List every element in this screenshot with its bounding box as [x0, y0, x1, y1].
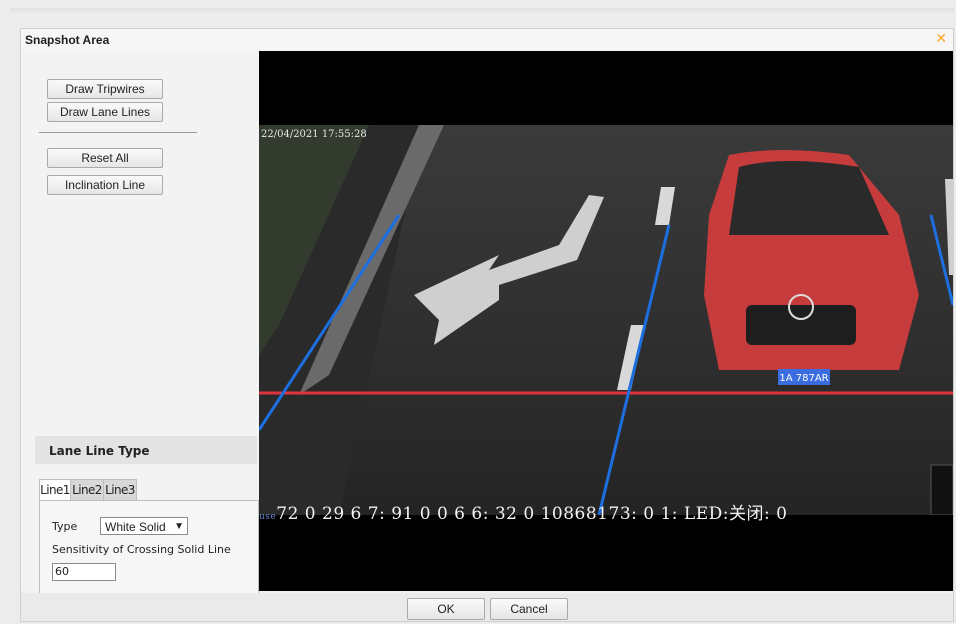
scene-drawing: 1A 787AR — [259, 125, 953, 516]
license-plate-text: 1A 787AR — [779, 373, 828, 384]
lane-dash-3 — [945, 179, 953, 275]
lane-type-value: White Solid — [105, 520, 166, 534]
osd-info-line: use72 0 29 6 7: 91 0 0 6 6: 32 0 1086817… — [259, 499, 787, 524]
osd-text: 72 0 29 6 7: 91 0 0 6 6: 32 0 10868173: … — [276, 504, 788, 524]
lane-line-settings-panel: Type White Solid ▼ Sensitivity of Crossi… — [39, 500, 259, 603]
dialog-title: Snapshot Area — [25, 33, 110, 47]
tab-line3[interactable]: Line3 — [103, 479, 137, 500]
camera-scene: 1A 787AR — [259, 125, 953, 516]
sensitivity-label: Sensitivity of Crossing Solid Line — [52, 543, 231, 556]
tab-line2[interactable]: Line2 — [70, 479, 104, 500]
lane-line-2[interactable] — [597, 224, 671, 516]
lane-line-type-header: Lane Line Type — [35, 436, 257, 464]
close-icon[interactable]: ✕ — [935, 31, 947, 47]
lane-type-select[interactable]: White Solid ▼ — [100, 517, 188, 535]
left-panel: Draw Tripwires Draw Lane Lines Reset All… — [21, 51, 259, 603]
draw-lane-lines-button[interactable]: Draw Lane Lines — [47, 102, 163, 122]
window-shadow — [10, 8, 954, 16]
car-grille — [746, 305, 856, 345]
cancel-button[interactable]: Cancel — [490, 598, 568, 620]
dialog-titlebar: Snapshot Area ✕ — [21, 29, 953, 51]
reset-all-button[interactable]: Reset All — [47, 148, 163, 168]
ok-button[interactable]: OK — [407, 598, 485, 620]
divider — [39, 132, 197, 133]
tab-line1[interactable]: Line1 — [39, 479, 71, 500]
turn-arrow-marking — [414, 195, 604, 345]
inset-preview — [930, 464, 953, 516]
video-snapshot[interactable]: 1A 787AR 22/04/2021 17:55:28 use72 0 29 … — [259, 51, 953, 591]
dialog-footer: OK Cancel — [21, 593, 953, 621]
chevron-down-icon: ▼ — [174, 521, 184, 532]
car-windshield — [729, 161, 889, 235]
lane-line-type-heading: Lane Line Type — [49, 444, 150, 458]
sensitivity-input[interactable]: 60 — [52, 563, 116, 581]
type-label: Type — [52, 520, 78, 533]
osd-prefix: use — [259, 512, 277, 522]
inclination-line-button[interactable]: Inclination Line — [47, 175, 163, 195]
lane-dash-1 — [655, 187, 675, 225]
draw-tripwires-button[interactable]: Draw Tripwires — [47, 79, 163, 99]
osd-timestamp: 22/04/2021 17:55:28 — [261, 129, 367, 140]
snapshot-area-dialog: Snapshot Area ✕ Draw Tripwires Draw Lane… — [20, 28, 954, 622]
